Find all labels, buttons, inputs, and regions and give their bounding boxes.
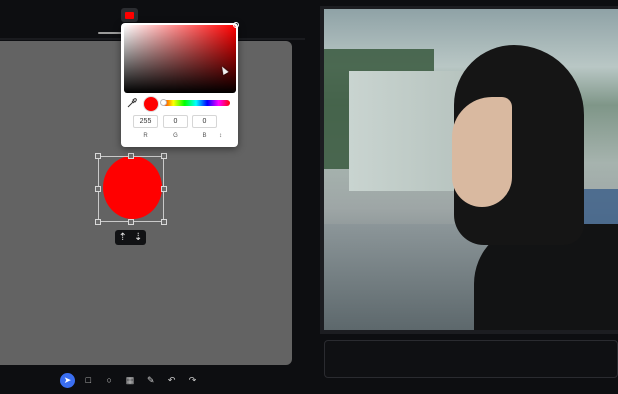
image-tool-button[interactable]: ▦ [122,373,137,388]
pen-tool-button[interactable]: ✎ [143,373,158,388]
resize-handle-bottom-left[interactable] [95,219,101,225]
bring-forward-icon[interactable]: ⇡ [119,232,127,243]
rectangle-tool-button[interactable]: □ [81,373,96,388]
g-input[interactable]: 0 [163,115,188,128]
b-input[interactable]: 0 [192,115,217,128]
hue-slider[interactable] [160,99,230,106]
resize-handle-bottom[interactable] [128,219,134,225]
hue-slider-thumb[interactable] [160,99,167,106]
current-color-swatch [143,96,159,112]
saturation-area[interactable] [124,22,239,93]
undo-button[interactable]: ↶ [164,373,179,388]
circle-tool-button[interactable]: ○ [102,373,117,388]
resize-handle-right[interactable] [161,186,167,192]
r-input[interactable]: 255 [133,115,158,128]
mouse-pointer-icon [219,65,229,75]
b-label: B [202,133,207,139]
selection-box [98,156,164,222]
resize-handle-bottom-right[interactable] [161,219,167,225]
eyedropper-icon[interactable] [127,98,137,108]
color-picker-popover: 255 0 0 R G B ↕ [121,22,239,147]
resize-handle-top[interactable] [128,153,134,159]
bottom-toolbar: ➤ □ ○ ▦ ✎ ↶ ↷ [60,371,200,389]
generated-image-preview [324,9,618,330]
color-swatch-icon [125,11,134,19]
send-backward-icon[interactable]: ⇣ [134,232,142,243]
color-mode-toggle[interactable]: ↕ [219,133,222,139]
resize-handle-top-right[interactable] [161,153,167,159]
g-label: G [173,133,178,139]
person-face [452,97,512,207]
r-label: R [143,133,148,139]
select-tool-button[interactable]: ➤ [60,372,75,388]
prompt-box[interactable] [324,340,618,378]
saturation-cursor[interactable] [233,22,239,28]
color-picker-button[interactable] [121,8,138,22]
redo-button[interactable]: ↷ [185,373,200,388]
resize-handle-left[interactable] [95,186,101,192]
shape-layer-toolbar: ⇡ ⇣ [115,230,146,245]
resize-handle-top-left[interactable] [95,153,101,159]
